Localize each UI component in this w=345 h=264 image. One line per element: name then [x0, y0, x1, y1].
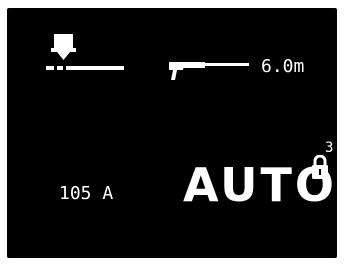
torch-hose-icon: [169, 62, 249, 80]
current-value: 105 A: [59, 183, 114, 204]
padlock-icon: [312, 155, 328, 179]
lock-level-badge: 3: [325, 140, 334, 156]
display-screen: 6.0m 105 A AUTO 3: [7, 8, 337, 258]
wire-feeder-icon: [46, 34, 124, 70]
cable-length-value: 6.0m: [261, 56, 305, 77]
